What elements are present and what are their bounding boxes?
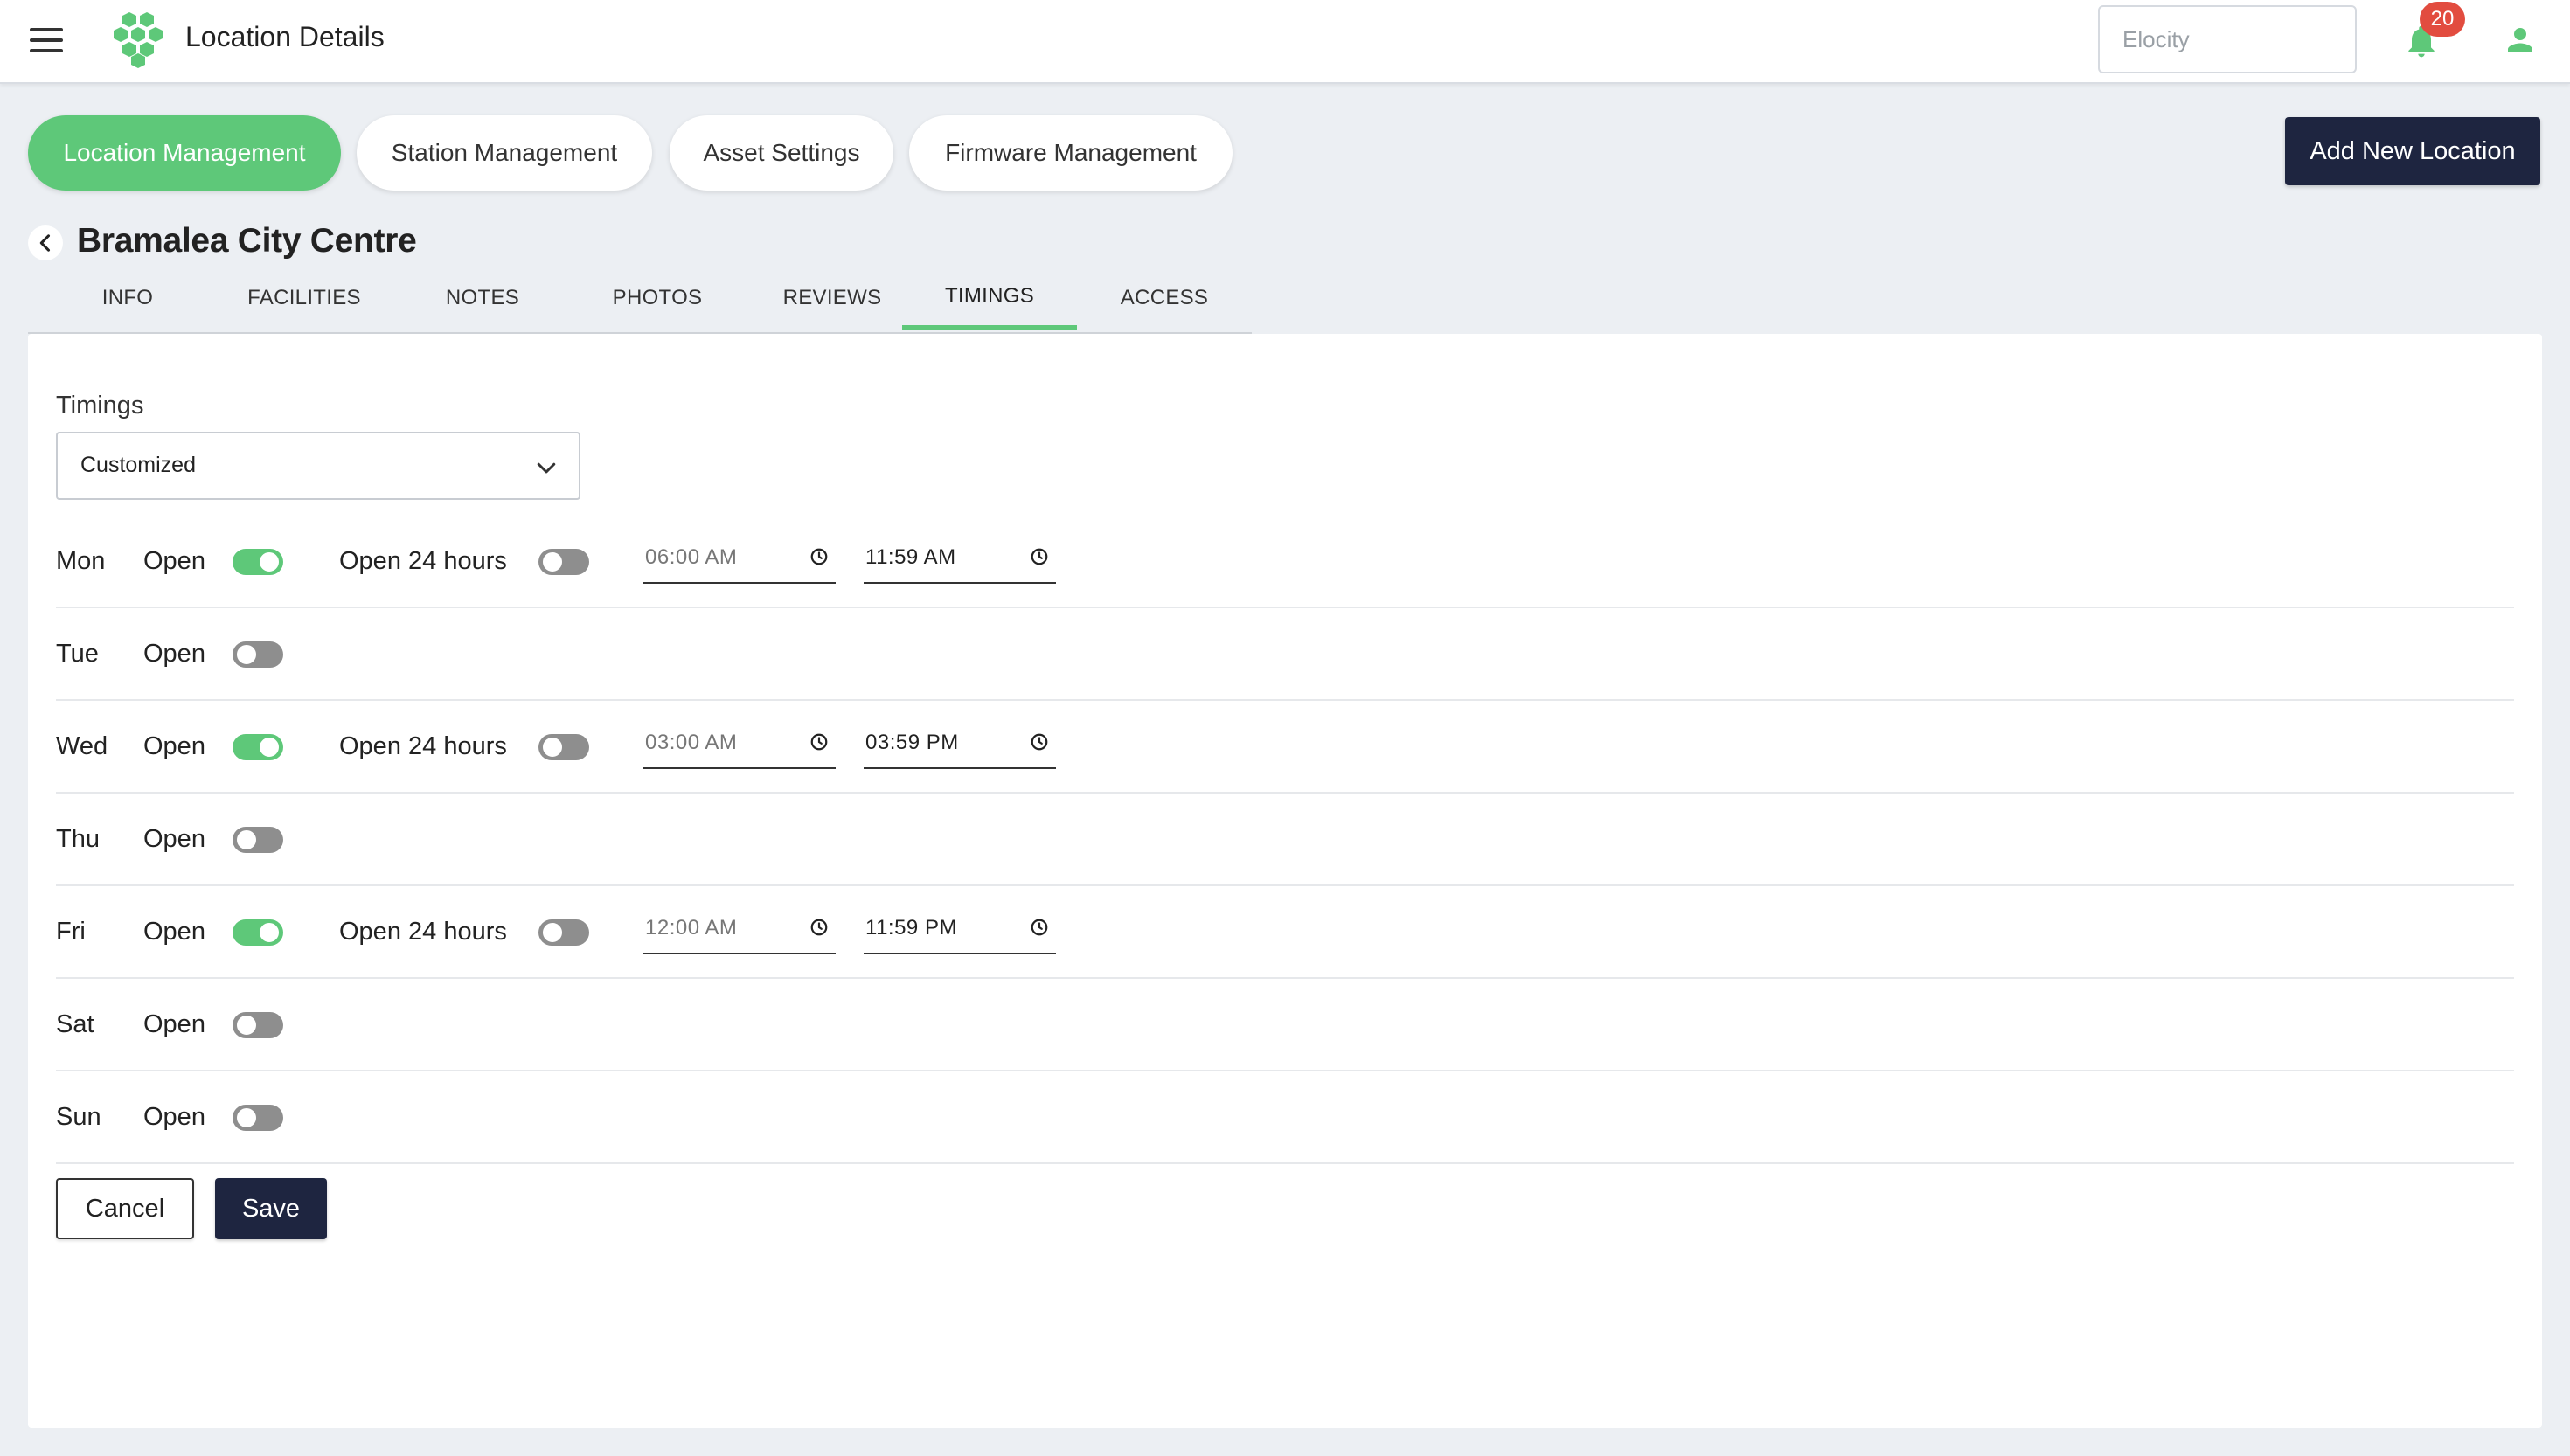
day-label: Mon (56, 547, 106, 575)
open-toggle[interactable] (233, 734, 283, 760)
cancel-button[interactable]: Cancel (56, 1178, 194, 1239)
day-label: Sat (56, 1010, 94, 1038)
day-row-thu: Thu Open (56, 792, 2514, 886)
open-toggle[interactable] (233, 827, 283, 853)
clock-icon[interactable] (809, 918, 829, 937)
search-input[interactable] (2098, 5, 2357, 73)
back-button[interactable] (28, 225, 63, 260)
open-label: Open (143, 918, 205, 946)
page-title: Location Details (185, 21, 385, 52)
chevron-left-icon (39, 234, 51, 252)
open-24-hours-label: Open 24 hours (339, 918, 507, 946)
tab-timings[interactable]: TIMINGS (902, 271, 1077, 330)
end-time-value: 11:59 PM (865, 916, 957, 939)
clock-icon[interactable] (1030, 918, 1049, 937)
end-time-field[interactable]: 11:59 AM (864, 533, 1056, 584)
day-label: Fri (56, 918, 86, 946)
tab-info[interactable]: INFO (56, 271, 199, 330)
timings-mode-value: Customized (80, 453, 196, 477)
location-name: Bramalea City Centre (77, 222, 417, 260)
day-label: Tue (56, 640, 99, 668)
open-24-hours-label: Open 24 hours (339, 732, 507, 760)
start-time-value: 06:00 AM (645, 545, 738, 569)
end-time-field[interactable]: 03:59 PM (864, 718, 1056, 769)
day-row-sat: Sat Open (56, 977, 2514, 1071)
day-label: Wed (56, 732, 108, 760)
open-label: Open (143, 825, 205, 853)
clock-icon[interactable] (1030, 732, 1049, 752)
tab-facilities[interactable]: FACILITIES (217, 271, 392, 330)
start-time-field[interactable]: 12:00 AM (643, 904, 836, 954)
nav-pill-firmware-management[interactable]: Firmware Management (909, 115, 1233, 191)
end-time-value: 11:59 AM (865, 545, 956, 569)
start-time-value: 03:00 AM (645, 731, 738, 754)
open-toggle[interactable] (233, 919, 283, 946)
open-toggle[interactable] (233, 549, 283, 575)
open-label: Open (143, 1103, 205, 1131)
location-tabs: INFO FACILITIES NOTES PHOTOS REVIEWS TIM… (28, 271, 1252, 334)
day-label: Thu (56, 825, 100, 853)
day-row-mon: Mon Open Open 24 hours 06:00 AM 11:59 AM (56, 514, 2514, 608)
open-24-hours-toggle[interactable] (538, 549, 589, 575)
start-time-field[interactable]: 06:00 AM (643, 533, 836, 584)
notification-badge: 20 (2420, 2, 2465, 37)
top-app-bar: Location Details 20 (0, 0, 2570, 84)
open-label: Open (143, 547, 205, 575)
timings-label: Timings (56, 392, 144, 419)
open-toggle[interactable] (233, 1105, 283, 1131)
end-time-value: 03:59 PM (865, 731, 959, 754)
timings-mode-select[interactable]: Customized (56, 432, 580, 500)
open-24-hours-toggle[interactable] (538, 919, 589, 946)
open-label: Open (143, 732, 205, 760)
tab-reviews[interactable]: REVIEWS (745, 271, 920, 330)
nav-pill-asset-settings[interactable]: Asset Settings (670, 115, 893, 191)
day-row-sun: Sun Open (56, 1070, 2514, 1164)
hexagon-cluster-logo (114, 12, 163, 68)
day-row-wed: Wed Open Open 24 hours 03:00 AM 03:59 PM (56, 699, 2514, 794)
clock-icon[interactable] (809, 732, 829, 752)
tab-photos[interactable]: PHOTOS (570, 271, 745, 330)
end-time-field[interactable]: 11:59 PM (864, 904, 1056, 954)
chevron-down-icon (537, 462, 556, 474)
nav-pill-location-management[interactable]: Location Management (28, 115, 341, 191)
start-time-field[interactable]: 03:00 AM (643, 718, 836, 769)
open-24-hours-label: Open 24 hours (339, 547, 507, 575)
day-row-tue: Tue Open (56, 607, 2514, 701)
tab-notes[interactable]: NOTES (395, 271, 570, 330)
open-24-hours-toggle[interactable] (538, 734, 589, 760)
open-label: Open (143, 1010, 205, 1038)
day-row-fri: Fri Open Open 24 hours 12:00 AM 11:59 PM (56, 884, 2514, 979)
day-label: Sun (56, 1103, 101, 1131)
open-toggle[interactable] (233, 1012, 283, 1038)
start-time-value: 12:00 AM (645, 916, 738, 939)
hamburger-menu-icon[interactable] (30, 26, 66, 56)
add-new-location-button[interactable]: Add New Location (2285, 117, 2540, 185)
nav-pill-station-management[interactable]: Station Management (357, 115, 652, 191)
open-toggle[interactable] (233, 641, 283, 668)
tab-access[interactable]: ACCESS (1077, 271, 1252, 330)
clock-icon[interactable] (809, 547, 829, 566)
clock-icon[interactable] (1030, 547, 1049, 566)
user-icon[interactable] (2502, 21, 2539, 59)
open-label: Open (143, 640, 205, 668)
save-button[interactable]: Save (215, 1178, 327, 1239)
